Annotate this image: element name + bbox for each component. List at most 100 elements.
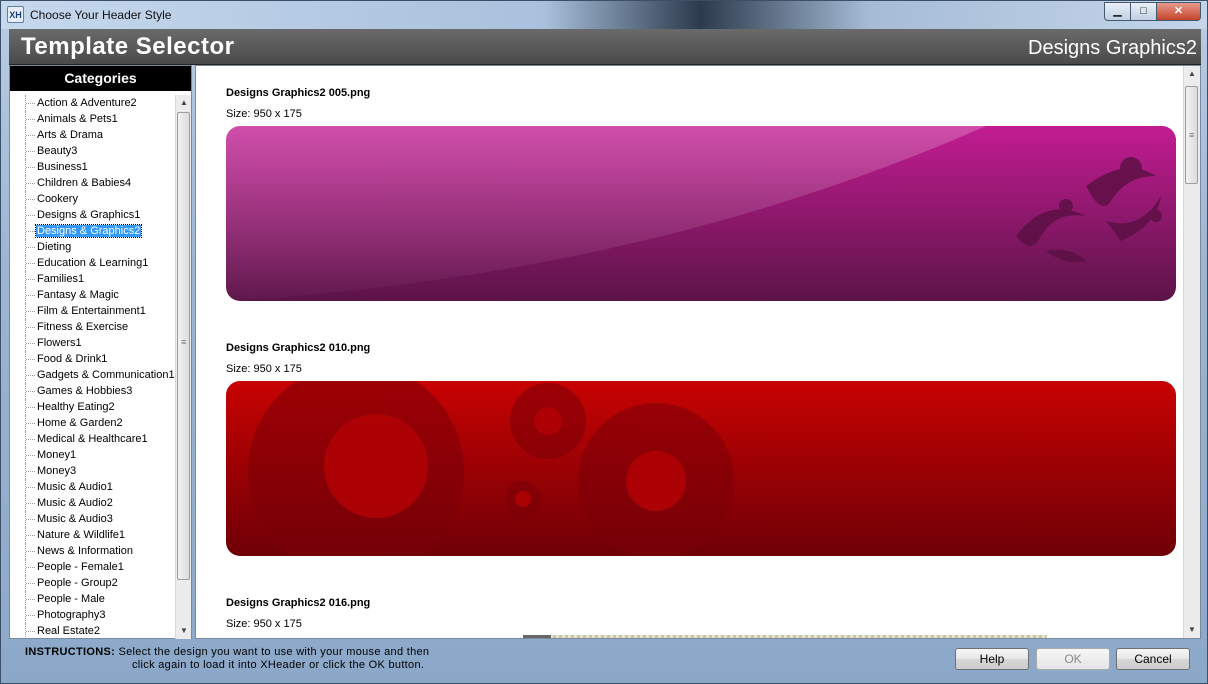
category-item[interactable]: Arts & Drama [12, 127, 176, 143]
design-filename: Designs Graphics2 010.png [226, 342, 371, 354]
category-item-label: Fantasy & Magic [37, 289, 119, 301]
instructions-label: INSTRUCTIONS: [25, 646, 116, 658]
category-item-label: Arts & Drama [37, 129, 104, 141]
category-item[interactable]: Photography3 [12, 607, 176, 623]
designs-panel: Designs Graphics2 005.png Size: 950 x 17… [195, 65, 1201, 639]
category-item[interactable]: Film & Entertainment1 [12, 303, 176, 319]
category-item[interactable]: Action & Adventure2 [12, 95, 176, 111]
category-item[interactable]: Music & Audio2 [12, 495, 176, 511]
maximize-button[interactable]: □ [1130, 2, 1157, 21]
design-size: Size: 950 x 175 [226, 618, 302, 630]
categories-scrollbar[interactable]: ▲ ≡ ▼ [175, 95, 191, 639]
category-item-label: News & Information [37, 545, 133, 557]
category-item-label: Medical & Healthcare1 [37, 433, 148, 445]
category-item-label: Music & Audio1 [37, 481, 113, 493]
category-item[interactable]: Food & Drink1 [12, 351, 176, 367]
design-thumbnail-010[interactable] [226, 381, 1176, 556]
instructions: INSTRUCTIONS: Select the design you want… [25, 646, 429, 672]
category-item[interactable]: News & Information [12, 543, 176, 559]
category-item[interactable]: Fantasy & Magic [12, 287, 176, 303]
category-item[interactable]: Designs & Graphics1 [12, 207, 176, 223]
categories-panel: Categories Action & Adventure2 Animals & … [9, 65, 192, 639]
category-item[interactable]: Education & Learning1 [12, 255, 176, 271]
category-item[interactable]: Money3 [12, 463, 176, 479]
category-item-label: Beauty3 [37, 145, 78, 157]
category-item[interactable]: Beauty3 [12, 143, 176, 159]
cancel-button[interactable]: Cancel [1116, 648, 1190, 670]
app-icon: XH [7, 6, 24, 23]
header-banner: Template Selector Designs Graphics2 [9, 29, 1201, 65]
designs-scrollbar[interactable]: ▲ ≡ ▼ [1183, 66, 1200, 638]
category-item[interactable]: Dieting [12, 239, 176, 255]
instructions-line-1: Select the design you want to use with y… [118, 646, 430, 658]
category-item[interactable]: Families1 [12, 271, 176, 287]
category-item-label: Animals & Pets1 [37, 113, 118, 125]
scrollbar-thumb[interactable]: ≡ [1185, 86, 1198, 184]
category-item[interactable]: People - Female1 [12, 559, 176, 575]
category-item[interactable]: People - Male [12, 591, 176, 607]
scroll-up-arrow-icon[interactable]: ▲ [176, 95, 192, 111]
close-button[interactable]: ✕ [1156, 2, 1201, 21]
scroll-down-arrow-icon[interactable]: ▼ [1184, 622, 1200, 638]
category-item[interactable]: Flowers1 [12, 335, 176, 351]
category-item-label: Healthy Eating2 [37, 401, 115, 413]
category-item-label: Children & Babies4 [37, 177, 132, 189]
category-item[interactable]: Nature & Wildlife1 [12, 527, 176, 543]
scroll-up-arrow-icon[interactable]: ▲ [1184, 66, 1200, 82]
category-item-label: Film & Entertainment1 [37, 305, 146, 317]
category-item-label: Dieting [37, 241, 72, 253]
category-item-label: People - Group2 [37, 577, 118, 589]
dialog-window: XH Choose Your Header Style ▁ □ ✕ Templa… [0, 0, 1208, 684]
window-title: Choose Your Header Style [30, 8, 172, 22]
category-item[interactable]: Fitness & Exercise [12, 319, 176, 335]
category-item-label: Cookery [37, 193, 78, 205]
category-item[interactable]: Gadgets & Communication1 [12, 367, 176, 383]
category-item-label: Fitness & Exercise [37, 321, 129, 333]
category-item[interactable]: Healthy Eating2 [12, 399, 176, 415]
scrollbar-thumb[interactable]: ≡ [177, 112, 190, 580]
scroll-down-arrow-icon[interactable]: ▼ [176, 623, 192, 639]
category-item-label: Money3 [37, 465, 77, 477]
design-size: Size: 950 x 175 [226, 363, 302, 375]
category-item[interactable]: Music & Audio1 [12, 479, 176, 495]
category-item[interactable]: Animals & Pets1 [12, 111, 176, 127]
category-item-label: Action & Adventure2 [37, 97, 137, 109]
design-item-label: Designs Graphics2 016.png Size: 950 x 17… [226, 597, 370, 630]
design-thumbnail-016[interactable] [523, 635, 1047, 638]
design-filename: Designs Graphics2 005.png [226, 87, 371, 99]
category-item-label: People - Female1 [37, 561, 124, 573]
category-item[interactable]: Children & Babies4 [12, 175, 176, 191]
category-item[interactable]: Money1 [12, 447, 176, 463]
title-bar[interactable]: XH Choose Your Header Style ▁ □ ✕ [1, 1, 1207, 29]
category-item-label: Flowers1 [37, 337, 82, 349]
category-item[interactable]: Medical & Healthcare1 [12, 431, 176, 447]
window-controls: ▁ □ ✕ [1104, 2, 1201, 21]
design-item-label: Designs Graphics2 005.png Size: 950 x 17… [226, 87, 370, 120]
category-item[interactable]: Music & Audio3 [12, 511, 176, 527]
categories-heading: Categories [10, 66, 191, 91]
category-item[interactable]: People - Group2 [12, 575, 176, 591]
category-item[interactable]: Home & Garden2 [12, 415, 176, 431]
design-item-label: Designs Graphics2 010.png Size: 950 x 17… [226, 342, 370, 375]
current-category-title: Designs Graphics2 [1028, 37, 1197, 59]
category-item[interactable]: Cookery [12, 191, 176, 207]
instructions-line-2: click again to load it into XHeader or c… [132, 659, 425, 671]
category-item[interactable]: Designs & Graphics2 [12, 223, 176, 239]
category-item-label: Education & Learning1 [37, 257, 149, 269]
category-item[interactable]: Real Estate2 [12, 623, 176, 637]
bottom-bar: INSTRUCTIONS: Select the design you want… [9, 641, 1201, 677]
category-item-label: Real Estate2 [37, 625, 100, 637]
category-item[interactable]: Games & Hobbies3 [12, 383, 176, 399]
design-thumbnail-005[interactable] [226, 126, 1176, 301]
category-item-label: Designs & Graphics1 [37, 209, 141, 221]
minimize-button[interactable]: ▁ [1104, 2, 1131, 21]
category-item[interactable]: Business1 [12, 159, 176, 175]
category-item-label: Photography3 [37, 609, 106, 621]
category-item-label: Nature & Wildlife1 [37, 529, 126, 541]
help-button[interactable]: Help [955, 648, 1029, 670]
ok-button[interactable]: OK [1036, 648, 1110, 670]
category-item-label: Food & Drink1 [37, 353, 108, 365]
category-item-label: Music & Audio3 [37, 513, 113, 525]
category-item-label: Games & Hobbies3 [37, 385, 133, 397]
category-item-label: Home & Garden2 [37, 417, 123, 429]
